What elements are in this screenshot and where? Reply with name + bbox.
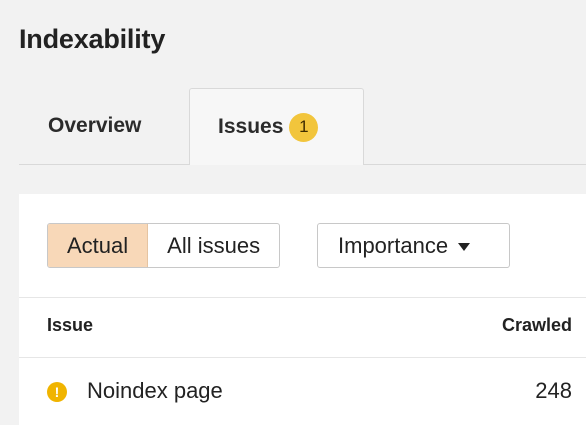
- tab-overview[interactable]: Overview: [48, 88, 141, 164]
- issues-panel: Actual All issues Importance Issue Crawl…: [19, 194, 586, 425]
- filter-actual-button[interactable]: Actual: [48, 224, 149, 267]
- tab-issues[interactable]: Issues 1: [189, 88, 364, 165]
- issue-name[interactable]: Noindex page: [87, 378, 223, 404]
- warning-icon: !: [47, 382, 67, 402]
- filter-actual-label: Actual: [67, 232, 129, 258]
- tab-overview-label: Overview: [48, 114, 142, 137]
- importance-dropdown-label: Importance: [338, 232, 449, 258]
- tab-issues-label: Issues: [218, 115, 284, 138]
- page-title: Indexability: [19, 24, 166, 54]
- issues-count-badge: 1: [289, 112, 319, 142]
- table-row[interactable]: ! Noindex page 248: [19, 358, 586, 425]
- issues-table-header: Issue Crawled: [19, 297, 586, 358]
- tabs-bar: Overview Issues 1: [19, 88, 586, 165]
- filter-all-issues-button[interactable]: All issues: [148, 224, 279, 267]
- crawled-count: 248: [535, 378, 572, 403]
- caret-down-icon: [458, 242, 471, 251]
- issue-filter-toggle: Actual All issues: [47, 223, 281, 268]
- importance-dropdown[interactable]: Importance: [317, 223, 510, 268]
- filter-all-issues-label: All issues: [167, 232, 261, 258]
- column-header-crawled[interactable]: Crawled: [502, 315, 572, 336]
- column-header-issue[interactable]: Issue: [47, 315, 93, 336]
